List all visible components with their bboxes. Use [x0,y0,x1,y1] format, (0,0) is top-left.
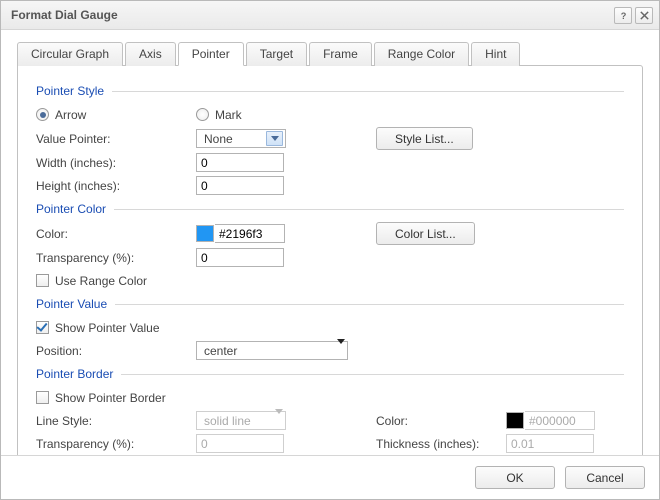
titlebar: Format Dial Gauge ? [1,1,659,30]
svg-text:?: ? [620,11,626,21]
tab-target[interactable]: Target [246,42,307,66]
use-range-color-label: Use Range Color [55,274,147,288]
group-pointer-style: Pointer Style [36,84,624,98]
thickness-input[interactable] [506,434,594,453]
radio-mark-label: Mark [215,108,242,122]
line-style-label: Line Style: [36,414,196,428]
width-label: Width (inches): [36,156,196,170]
chevron-down-icon [337,344,345,358]
tab-pointer[interactable]: Pointer [178,42,244,66]
tab-range-color[interactable]: Range Color [374,42,469,66]
value-pointer-label: Value Pointer: [36,132,196,146]
tab-hint[interactable]: Hint [471,42,520,66]
height-input[interactable] [196,176,284,195]
height-label: Height (inches): [36,179,196,193]
transparency-label: Transparency (%): [36,251,196,265]
content-area: Circular Graph Axis Pointer Target Frame… [1,30,659,455]
style-list-button[interactable]: Style List... [376,127,473,150]
radio-mark[interactable] [196,108,209,121]
thickness-label: Thickness (inches): [376,437,506,451]
position-label: Position: [36,344,196,358]
show-pointer-value-check[interactable] [36,321,49,334]
color-label: Color: [36,227,196,241]
border-transparency-input[interactable] [196,434,284,453]
dialog-footer: OK Cancel [1,455,659,499]
width-input[interactable] [196,153,284,172]
radio-arrow-label: Arrow [55,108,86,122]
border-color-swatch[interactable] [506,412,524,429]
chevron-down-icon [266,131,283,146]
tabstrip: Circular Graph Axis Pointer Target Frame… [17,41,643,65]
window-title: Format Dial Gauge [11,8,118,22]
border-transparency-label: Transparency (%): [36,437,196,451]
show-pointer-value-label: Show Pointer Value [55,321,160,335]
cancel-button[interactable]: Cancel [565,466,645,489]
chevron-down-icon [275,414,283,428]
color-list-button[interactable]: Color List... [376,222,475,245]
tab-axis[interactable]: Axis [125,42,176,66]
show-pointer-border-label: Show Pointer Border [55,391,166,405]
border-color-label: Color: [376,414,506,428]
pointer-color-input[interactable] [215,224,285,243]
value-pointer-select[interactable]: None [196,129,286,148]
position-select[interactable]: center [196,341,348,360]
tab-circular-graph[interactable]: Circular Graph [17,42,123,66]
use-range-color-check[interactable] [36,274,49,287]
format-dial-gauge-dialog: Format Dial Gauge ? Circular Graph Axis … [0,0,660,500]
close-button[interactable] [635,7,653,24]
pointer-color-swatch[interactable] [196,225,214,242]
help-button[interactable]: ? [614,7,632,24]
group-pointer-value: Pointer Value [36,297,624,311]
ok-button[interactable]: OK [475,466,555,489]
line-style-select[interactable]: solid line [196,411,286,430]
tab-panel-pointer: Pointer Style Arrow Mark Value Pointer: [17,65,643,455]
show-pointer-border-check[interactable] [36,391,49,404]
tab-frame[interactable]: Frame [309,42,372,66]
radio-arrow[interactable] [36,108,49,121]
border-color-input[interactable] [525,411,595,430]
group-pointer-color: Pointer Color [36,202,624,216]
tabs: Circular Graph Axis Pointer Target Frame… [17,41,643,455]
transparency-input[interactable] [196,248,284,267]
group-pointer-border: Pointer Border [36,367,624,381]
